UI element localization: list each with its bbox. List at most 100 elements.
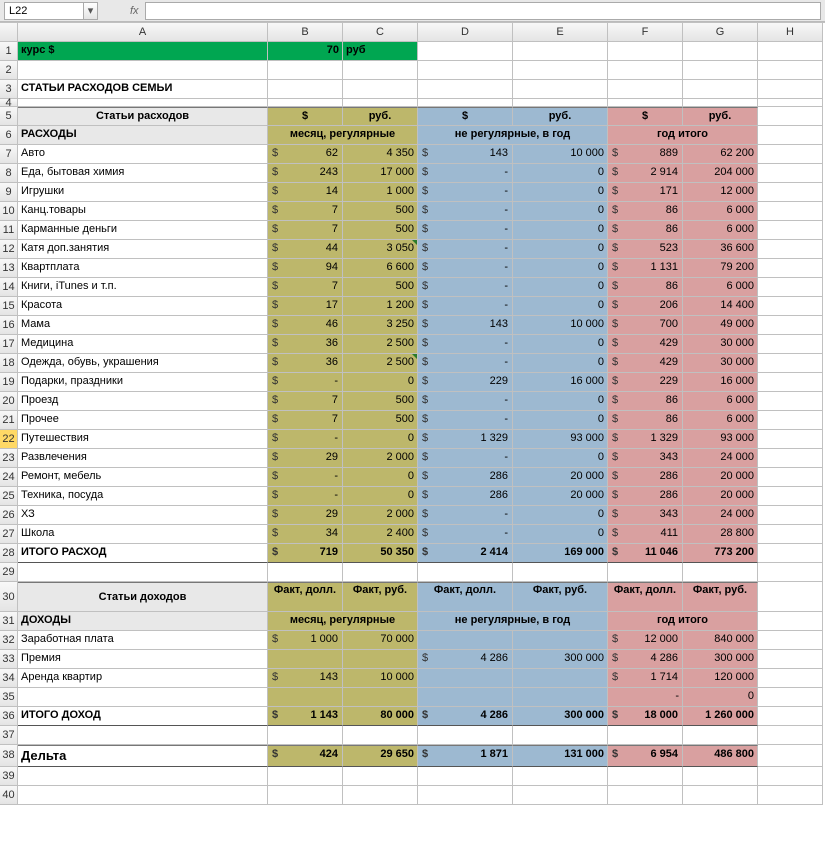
col-header[interactable]: C — [343, 23, 418, 42]
cell[interactable]: 6 000 — [683, 392, 758, 411]
cell[interactable]: $- — [418, 183, 513, 202]
cell[interactable]: Факт, руб. — [683, 582, 758, 612]
cell[interactable]: Дельта — [18, 745, 268, 767]
cell[interactable]: $- — [418, 297, 513, 316]
cell[interactable]: 0 — [513, 202, 608, 221]
cell[interactable]: 840 000 — [683, 631, 758, 650]
cell[interactable] — [758, 202, 823, 221]
row-header[interactable]: 25 — [0, 487, 18, 506]
cell[interactable]: $143 — [418, 145, 513, 164]
cell[interactable] — [268, 786, 343, 805]
row-header[interactable]: 20 — [0, 392, 18, 411]
cell[interactable]: ДОХОДЫ — [18, 612, 268, 631]
cell[interactable]: Статьи доходов — [18, 582, 268, 612]
cell[interactable]: Карманные деньги — [18, 221, 268, 240]
cell[interactable] — [513, 80, 608, 99]
cell[interactable]: $286 — [418, 468, 513, 487]
cell[interactable]: СТАТЬИ РАСХОДОВ СЕМЬИ — [18, 80, 268, 99]
cell[interactable]: Подарки, праздники — [18, 373, 268, 392]
cell[interactable] — [758, 373, 823, 392]
cell[interactable] — [758, 80, 823, 99]
row-header[interactable]: 21 — [0, 411, 18, 430]
cell[interactable]: месяц, регулярные — [268, 126, 418, 145]
cell[interactable]: $286 — [418, 487, 513, 506]
cell[interactable] — [418, 669, 513, 688]
cell[interactable]: 0 — [513, 183, 608, 202]
cell[interactable]: $343 — [608, 506, 683, 525]
cell[interactable]: $424 — [268, 745, 343, 767]
cell[interactable]: $86 — [608, 221, 683, 240]
cell[interactable]: 773 200 — [683, 544, 758, 563]
cell[interactable]: $- — [418, 354, 513, 373]
cell[interactable]: $243 — [268, 164, 343, 183]
cell[interactable]: $29 — [268, 449, 343, 468]
cell[interactable] — [513, 61, 608, 80]
cell[interactable]: Факт, долл. — [268, 582, 343, 612]
cell[interactable] — [758, 726, 823, 745]
cell[interactable]: $- — [418, 259, 513, 278]
cell[interactable] — [608, 61, 683, 80]
row-header[interactable]: 4 — [0, 99, 18, 107]
cell[interactable]: 62 200 — [683, 145, 758, 164]
cell[interactable] — [418, 61, 513, 80]
cell[interactable]: год итого — [608, 126, 758, 145]
cell[interactable]: 0 — [513, 449, 608, 468]
cell[interactable] — [758, 544, 823, 563]
cell[interactable]: курс $ — [18, 42, 268, 61]
cell[interactable] — [513, 767, 608, 786]
row-header[interactable]: 13 — [0, 259, 18, 278]
cell[interactable]: 500 — [343, 278, 418, 297]
cell[interactable] — [758, 612, 823, 631]
cell[interactable] — [418, 631, 513, 650]
row-header[interactable]: 5 — [0, 107, 18, 126]
cell[interactable]: $171 — [608, 183, 683, 202]
cell[interactable]: $229 — [418, 373, 513, 392]
cell[interactable]: $- — [268, 430, 343, 449]
cell[interactable]: Путешествия — [18, 430, 268, 449]
cell[interactable]: $86 — [608, 278, 683, 297]
cell[interactable]: $4 286 — [608, 650, 683, 669]
cell[interactable]: Катя доп.занятия — [18, 240, 268, 259]
cell[interactable]: $- — [268, 373, 343, 392]
cell[interactable]: $229 — [608, 373, 683, 392]
row-header[interactable]: 33 — [0, 650, 18, 669]
cell[interactable]: 6 000 — [683, 202, 758, 221]
cell[interactable] — [268, 61, 343, 80]
cell[interactable] — [758, 107, 823, 126]
cell[interactable]: ХЗ — [18, 506, 268, 525]
cell[interactable]: Статьи расходов — [18, 107, 268, 126]
cell[interactable]: $4 286 — [418, 650, 513, 669]
cell[interactable] — [758, 164, 823, 183]
row-header[interactable]: 18 — [0, 354, 18, 373]
row-header[interactable]: 22 — [0, 430, 18, 449]
cell[interactable]: $6 954 — [608, 745, 683, 767]
cell[interactable] — [683, 80, 758, 99]
cell[interactable]: Еда, бытовая химия — [18, 164, 268, 183]
cell[interactable]: $429 — [608, 335, 683, 354]
row-header[interactable]: 6 — [0, 126, 18, 145]
cell[interactable]: 2 000 — [343, 449, 418, 468]
cell[interactable]: 50 350 — [343, 544, 418, 563]
cell[interactable] — [683, 786, 758, 805]
cell[interactable]: Квартплата — [18, 259, 268, 278]
cell[interactable]: 20 000 — [683, 487, 758, 506]
cell[interactable]: $44 — [268, 240, 343, 259]
cell[interactable]: $- — [418, 164, 513, 183]
cell[interactable]: 70 — [268, 42, 343, 61]
cell[interactable]: $ — [268, 107, 343, 126]
cell[interactable]: 0 — [513, 278, 608, 297]
cell[interactable] — [758, 669, 823, 688]
cell[interactable]: 70 000 — [343, 631, 418, 650]
cell[interactable] — [758, 145, 823, 164]
cell[interactable] — [758, 707, 823, 726]
cell[interactable]: $86 — [608, 411, 683, 430]
row-header[interactable]: 37 — [0, 726, 18, 745]
cell[interactable] — [343, 563, 418, 582]
cell[interactable]: Школа — [18, 525, 268, 544]
cell[interactable]: 1 000 — [343, 183, 418, 202]
cell[interactable] — [758, 126, 823, 145]
cell[interactable]: Факт, руб. — [343, 582, 418, 612]
cell[interactable]: $- — [418, 392, 513, 411]
cell[interactable]: 6 000 — [683, 221, 758, 240]
cell[interactable]: 6 600 — [343, 259, 418, 278]
